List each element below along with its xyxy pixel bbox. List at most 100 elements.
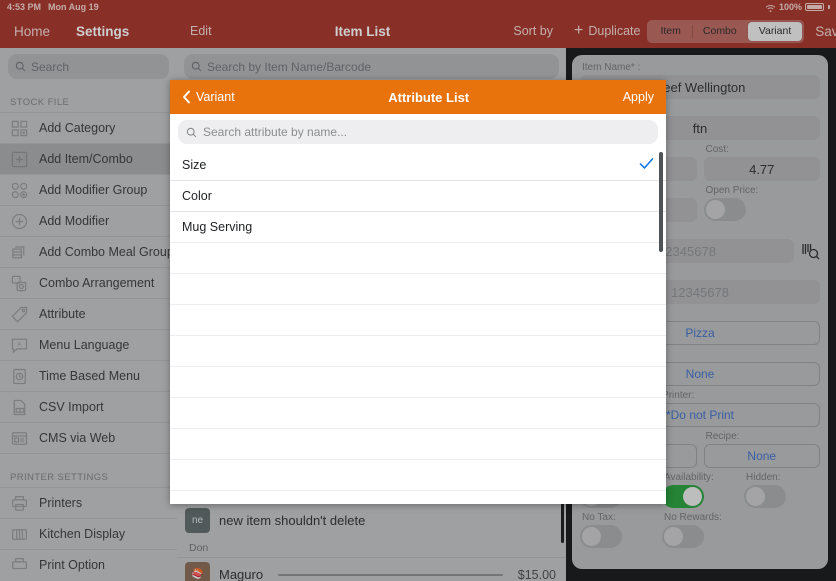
attribute-row-mug-serving[interactable]: Mug Serving <box>170 211 666 242</box>
open-price-toggle[interactable] <box>703 198 746 221</box>
itemlist-title: Item List <box>334 23 391 39</box>
sidebar-item-label: Menu Language <box>39 338 130 352</box>
sidebar-item-add-modifier-group[interactable]: Add Modifier Group <box>0 174 177 205</box>
status-time: 4:53 PM <box>7 2 42 12</box>
sidebar-item-label: Add Combo Meal Group <box>39 245 174 259</box>
availability-toggle[interactable] <box>662 485 704 508</box>
modal-scrollbar[interactable] <box>659 152 663 252</box>
settings-button[interactable]: Settings <box>76 24 129 39</box>
duplicate-label: Duplicate <box>588 24 641 38</box>
sidebar-section-header-stock: STOCK FILE <box>0 86 177 112</box>
list-item[interactable]: ne new item shouldn't delete <box>177 503 566 537</box>
attribute-row-color[interactable]: Color <box>170 180 666 211</box>
list-item[interactable]: 🍣 Maguro $15.00 <box>177 557 566 581</box>
sidebar-item-menu-language[interactable]: A Menu Language <box>0 329 177 360</box>
recipe-label: Recipe: <box>705 431 740 442</box>
status-date: Mon Aug 19 <box>48 2 99 12</box>
sidebar-item-kitchen-display[interactable]: Kitchen Display <box>0 518 177 549</box>
sidebar-item-label: Time Based Menu <box>39 369 140 383</box>
sidebar-section-header-printer: PRINTER SETTINGS <box>0 461 177 487</box>
itemlist-navbar: Edit Item List Sort by <box>177 14 566 48</box>
detail-navbar: + Duplicate Item Combo Variant Save <box>566 14 836 48</box>
sidebar-item-csv-import[interactable]: CSV Import <box>0 391 177 422</box>
sidebar-item-label: Print Option <box>39 558 106 572</box>
hidden-toggle[interactable] <box>744 485 786 508</box>
cost-label: Cost: <box>705 144 729 155</box>
sidebar-item-label: Kitchen Display <box>39 527 126 541</box>
attribute-empty-rows <box>170 242 666 504</box>
plus-icon: + <box>574 22 584 39</box>
sidebar-item-label: Combo Arrangement <box>39 276 155 290</box>
sidebar-search-input[interactable]: Search <box>8 54 169 79</box>
open-price-label: Open Price: <box>705 185 759 196</box>
sidebar-item-label: Printers <box>39 496 83 510</box>
segment-item[interactable]: Item <box>649 22 691 41</box>
search-icon <box>15 61 26 72</box>
attribute-empty-row <box>170 397 666 428</box>
save-button[interactable]: Save <box>815 24 836 39</box>
tag-icon <box>10 305 29 324</box>
modal-header: Variant Attribute List Apply <box>170 80 666 114</box>
sidebar-item-combo-arrangement[interactable]: Combo Arrangement <box>0 267 177 298</box>
sidebar-item-label: Attribute <box>39 307 86 321</box>
attribute-empty-row <box>170 459 666 490</box>
home-button[interactable]: Home <box>14 24 50 39</box>
no-tax-label: No Tax: <box>582 512 616 523</box>
sidebar-item-time-based-menu[interactable]: Time Based Menu <box>0 360 177 391</box>
no-rewards-label: No Rewards: <box>664 512 722 523</box>
search-icon <box>186 127 197 138</box>
sidebar-item-attribute[interactable]: Attribute <box>0 298 177 329</box>
recipe-selector[interactable]: None <box>703 444 820 468</box>
clock-menu-icon <box>10 367 29 386</box>
item-list-scrollbar[interactable] <box>561 503 564 543</box>
sidebar-item-add-combo-meal-group[interactable]: Add Combo Meal Group <box>0 236 177 267</box>
modal-back-button[interactable]: Variant <box>182 90 235 104</box>
sidebar-item-printers[interactable]: Printers <box>0 487 177 518</box>
attribute-empty-row <box>170 335 666 366</box>
segment-variant[interactable]: Variant <box>747 21 803 41</box>
chevron-left-icon <box>182 90 191 104</box>
sidebar-navbar: Home Settings <box>0 14 177 48</box>
attribute-search-placeholder: Search attribute by name... <box>203 125 348 139</box>
type-segmented-control[interactable]: Item Combo Variant <box>647 19 805 43</box>
sidebar-search-wrap: Search <box>0 48 177 86</box>
status-bar-right: 100% <box>765 2 836 12</box>
sidebar-item-cms-via-web[interactable]: CMS via Web <box>0 422 177 453</box>
language-icon: A <box>10 336 29 355</box>
sidebar-item-label: Add Modifier <box>39 214 110 228</box>
attribute-empty-row <box>170 428 666 459</box>
sidebar-item-label: Add Modifier Group <box>39 183 148 197</box>
item-thumbnail: 🍣 <box>185 562 210 581</box>
sort-by-button[interactable]: Sort by <box>513 24 553 38</box>
item-name: Maguro <box>219 567 264 581</box>
item-search-input[interactable]: Search by Item Name/Barcode <box>184 54 559 79</box>
barcode-scan-icon[interactable] <box>800 241 820 261</box>
hidden-label: Hidden: <box>746 472 781 483</box>
apply-button[interactable]: Apply <box>623 90 654 104</box>
printer-icon <box>10 494 29 513</box>
attribute-search-input[interactable]: Search attribute by name... <box>178 120 658 144</box>
combo-arrangement-icon <box>10 274 29 293</box>
sidebar: Search STOCK FILE Add Category Add Item/… <box>0 48 177 581</box>
sidebar-search-placeholder: Search <box>31 59 70 74</box>
segment-combo[interactable]: Combo <box>691 22 748 41</box>
no-tax-toggle[interactable] <box>580 525 622 548</box>
app-root: 4:53 PM Mon Aug 19 100% Home Settings Ed… <box>0 0 836 581</box>
attribute-list-modal: Variant Attribute List Apply Search attr… <box>170 80 666 504</box>
sidebar-item-print-option[interactable]: Print Option <box>0 549 177 580</box>
no-rewards-toggle[interactable] <box>662 525 704 548</box>
attribute-label: Size <box>182 157 207 172</box>
sidebar-item-add-item-combo[interactable]: Add Item/Combo <box>0 143 177 174</box>
edit-button[interactable]: Edit <box>190 24 212 38</box>
cost-field[interactable]: 4.77 <box>703 157 820 181</box>
sidebar-item-add-category[interactable]: Add Category <box>0 112 177 143</box>
sidebar-item-add-modifier[interactable]: Add Modifier <box>0 205 177 236</box>
duplicate-button[interactable]: + Duplicate <box>574 23 640 39</box>
attribute-label: Color <box>182 189 212 203</box>
add-modifier-icon <box>10 212 29 231</box>
sidebar-item-label: Add Item/Combo <box>39 152 133 166</box>
attribute-row-size[interactable]: Size <box>170 149 666 180</box>
modal-search-wrap: Search attribute by name... <box>170 114 666 149</box>
item-price: $15.00 <box>517 567 556 581</box>
item-search-placeholder: Search by Item Name/Barcode <box>207 59 372 74</box>
